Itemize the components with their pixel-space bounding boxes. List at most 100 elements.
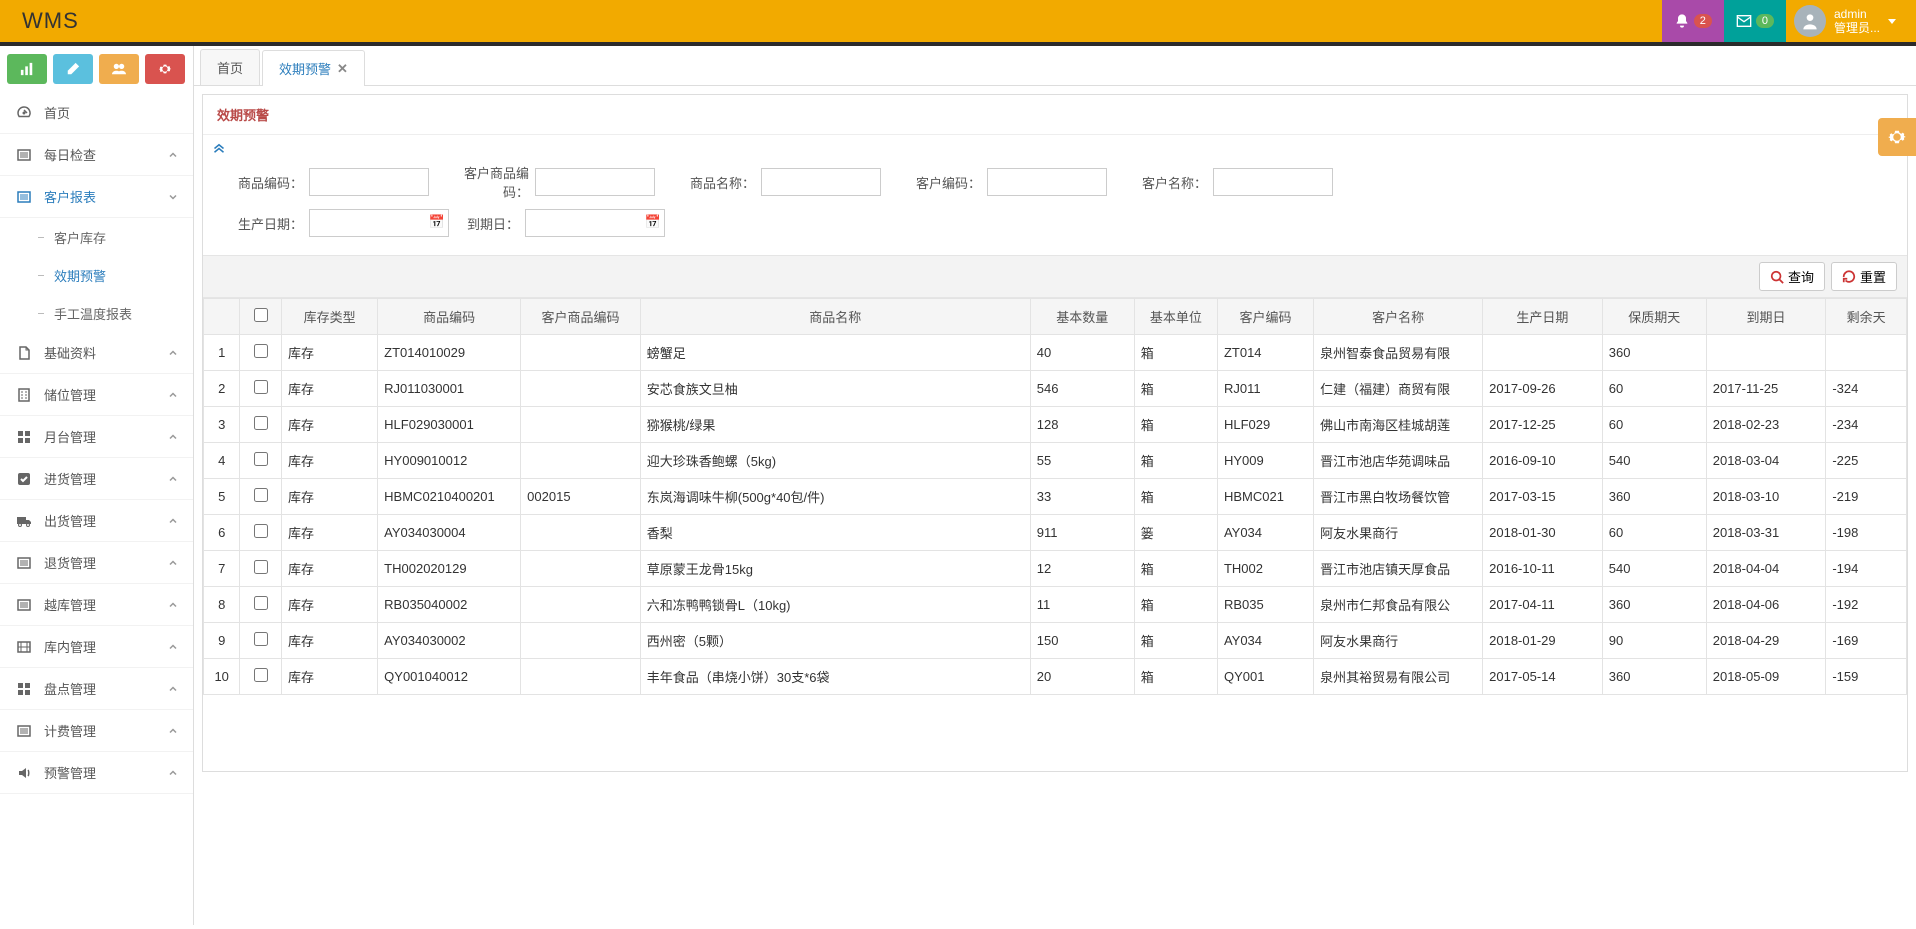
sidebar-item-label: 首页 — [44, 103, 70, 122]
sidebar-item-6[interactable]: 进货管理 — [0, 458, 193, 500]
table-row[interactable]: 3库存HLF029030001猕猴桃/绿果128箱HLF029佛山市南海区桂城胡… — [204, 407, 1907, 443]
table-row[interactable]: 4库存HY009010012迎大珍珠香鲍螺（5kg)55箱HY009晋江市池店华… — [204, 443, 1907, 479]
sidebar-item-12[interactable]: 计费管理 — [0, 710, 193, 752]
input-cust-code[interactable] — [987, 168, 1107, 196]
input-product-name[interactable] — [761, 168, 881, 196]
col-header-0[interactable] — [204, 299, 240, 335]
table-row[interactable]: 1库存ZT014010029螃蟹足40箱ZT014泉州智泰食品贸易有限360 — [204, 335, 1907, 371]
cell: 库存 — [281, 515, 377, 551]
sidebar-item-7[interactable]: 出货管理 — [0, 500, 193, 542]
notifications-button[interactable]: 2 — [1662, 0, 1724, 42]
table-header-row: 库存类型商品编码客户商品编码商品名称基本数量基本单位客户编码客户名称生产日期保质… — [204, 299, 1907, 335]
row-checkbox[interactable] — [254, 668, 268, 682]
input-cust-name[interactable] — [1213, 168, 1333, 196]
cell: 库存 — [281, 407, 377, 443]
table-row[interactable]: 5库存HBMC0210400201002015东岚海调味牛柳(500g*40包/… — [204, 479, 1907, 515]
sidebar-item-4[interactable]: 储位管理 — [0, 374, 193, 416]
col-header-9[interactable]: 客户名称 — [1314, 299, 1483, 335]
search-button[interactable]: 查询 — [1759, 262, 1825, 291]
col-header-4[interactable]: 客户商品编码 — [521, 299, 641, 335]
topbar: WMS 2 0 admin 管理员... — [0, 0, 1916, 46]
cell: HY009010012 — [378, 443, 521, 479]
cell: 箱 — [1134, 443, 1217, 479]
cell: 猕猴桃/绿果 — [640, 407, 1030, 443]
sidebar-item-9[interactable]: 越库管理 — [0, 584, 193, 626]
close-icon[interactable]: ✕ — [337, 61, 348, 77]
toolbtn-stats[interactable] — [7, 54, 47, 84]
row-checkbox[interactable] — [254, 380, 268, 394]
tab-0[interactable]: 首页 — [200, 49, 260, 85]
cell — [1826, 335, 1907, 371]
chevron-up-double-icon — [213, 141, 225, 153]
toolbtn-users[interactable] — [99, 54, 139, 84]
col-header-13[interactable]: 剩余天 — [1826, 299, 1907, 335]
row-checkbox[interactable] — [254, 560, 268, 574]
cell — [521, 623, 641, 659]
col-header-12[interactable]: 到期日 — [1706, 299, 1826, 335]
col-header-6[interactable]: 基本数量 — [1030, 299, 1134, 335]
cell: 150 — [1030, 623, 1134, 659]
cell: 2017-09-26 — [1483, 371, 1603, 407]
row-checkbox[interactable] — [254, 452, 268, 466]
cell: 篓 — [1134, 515, 1217, 551]
sidebar-item-11[interactable]: 盘点管理 — [0, 668, 193, 710]
col-header-10[interactable]: 生产日期 — [1483, 299, 1603, 335]
user-menu[interactable]: admin 管理员... — [1786, 0, 1916, 42]
select-all-checkbox[interactable] — [254, 308, 268, 322]
cell: 540 — [1602, 443, 1706, 479]
sidebar-item-8[interactable]: 退货管理 — [0, 542, 193, 584]
col-header-7[interactable]: 基本单位 — [1134, 299, 1217, 335]
row-checkbox[interactable] — [254, 344, 268, 358]
gear-icon — [1887, 127, 1907, 147]
sidebar-item-3[interactable]: 基础资料 — [0, 332, 193, 374]
col-header-1[interactable] — [240, 299, 282, 335]
reset-label: 重置 — [1860, 267, 1886, 286]
sidebar-subitem-2-2[interactable]: 手工温度报表 — [0, 294, 193, 332]
col-header-5[interactable]: 商品名称 — [640, 299, 1030, 335]
row-checkbox[interactable] — [254, 596, 268, 610]
cell — [240, 623, 282, 659]
input-prod-date[interactable] — [309, 209, 449, 237]
sidebar-item-5[interactable]: 月台管理 — [0, 416, 193, 458]
table-row[interactable]: 2库存RJ011030001安芯食族文旦柚546箱RJ011仁建（福建）商贸有限… — [204, 371, 1907, 407]
cell: 20 — [1030, 659, 1134, 695]
sidebar-item-0[interactable]: 首页 — [0, 92, 193, 134]
sidebar-item-10[interactable]: 库内管理 — [0, 626, 193, 668]
col-header-2[interactable]: 库存类型 — [281, 299, 377, 335]
col-header-8[interactable]: 客户编码 — [1217, 299, 1313, 335]
cell: 2018-01-30 — [1483, 515, 1603, 551]
table-row[interactable]: 7库存TH002020129草原蒙王龙骨15kg12箱TH002晋江市池店镇天厚… — [204, 551, 1907, 587]
col-header-3[interactable]: 商品编码 — [378, 299, 521, 335]
tab-1[interactable]: 效期预警✕ — [262, 50, 365, 86]
table-row[interactable]: 8库存RB035040002六和冻鸭鸭锁骨L（10kg)11箱RB035泉州市仁… — [204, 587, 1907, 623]
row-checkbox[interactable] — [254, 524, 268, 538]
sidebar-item-13[interactable]: 预警管理 — [0, 752, 193, 794]
table-row[interactable]: 6库存AY034030004香梨911篓AY034阿友水果商行2018-01-3… — [204, 515, 1907, 551]
col-header-11[interactable]: 保质期天 — [1602, 299, 1706, 335]
reset-button[interactable]: 重置 — [1831, 262, 1897, 291]
horizontal-scrollbar[interactable] — [203, 755, 1907, 771]
messages-button[interactable]: 0 — [1724, 0, 1786, 42]
cell: 2018-04-29 — [1706, 623, 1826, 659]
row-checkbox[interactable] — [254, 416, 268, 430]
sidebar-item-2[interactable]: 客户报表 — [0, 176, 193, 218]
sidebar-item-1[interactable]: 每日检查 — [0, 134, 193, 176]
side-settings-button[interactable] — [1878, 118, 1916, 156]
sidebar-subitem-2-1[interactable]: 效期预警 — [0, 256, 193, 294]
table-row[interactable]: 10库存QY001040012丰年食品（串烧小饼）30支*6袋20箱QY001泉… — [204, 659, 1907, 695]
cell: 2018-04-06 — [1706, 587, 1826, 623]
cell: 安芯食族文旦柚 — [640, 371, 1030, 407]
collapse-toggle[interactable] — [203, 135, 1907, 159]
cell — [521, 515, 641, 551]
cell — [240, 371, 282, 407]
sidebar-subitem-2-0[interactable]: 客户库存 — [0, 218, 193, 256]
cell: 2016-10-11 — [1483, 551, 1603, 587]
row-checkbox[interactable] — [254, 488, 268, 502]
input-due-date[interactable] — [525, 209, 665, 237]
toolbtn-edit[interactable] — [53, 54, 93, 84]
table-row[interactable]: 9库存AY034030002西州密（5颗）150箱AY034阿友水果商行2018… — [204, 623, 1907, 659]
input-cust-product-code[interactable] — [535, 168, 655, 196]
input-product-code[interactable] — [309, 168, 429, 196]
row-checkbox[interactable] — [254, 632, 268, 646]
toolbtn-settings[interactable] — [145, 54, 185, 84]
